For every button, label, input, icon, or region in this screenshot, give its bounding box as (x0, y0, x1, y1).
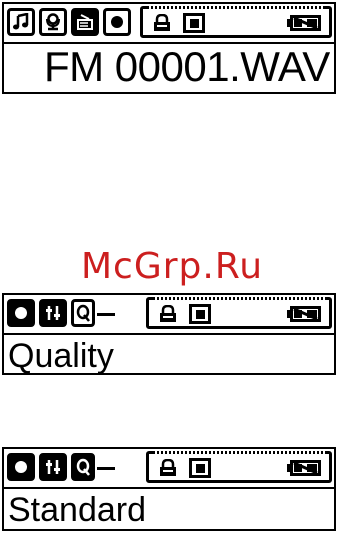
status-bar (4, 295, 334, 335)
separator-dash (97, 467, 115, 470)
lcd-screen-quality-menu: Quality (2, 293, 336, 375)
record-icon (7, 299, 35, 327)
lock-icon (160, 459, 176, 476)
lock-icon (154, 14, 170, 31)
separator-dash (97, 313, 115, 316)
status-box (146, 451, 332, 483)
radio-icon (71, 8, 99, 36)
status-box (140, 6, 332, 38)
watermark-text: McGrp.Ru (80, 246, 264, 287)
lcd-screen-standard-setting: Standard (2, 447, 336, 531)
record-mode-icon (183, 13, 205, 33)
record-mode-icon (189, 304, 211, 324)
battery-icon (287, 15, 321, 31)
settings-icon (39, 299, 67, 327)
setting-value-text: Standard (8, 491, 146, 529)
microphone-icon (39, 8, 67, 36)
battery-icon (287, 306, 321, 322)
lock-icon (160, 305, 176, 322)
quality-icon (71, 453, 95, 481)
status-bar (4, 449, 334, 489)
status-box (146, 297, 332, 329)
settings-icon (39, 453, 67, 481)
menu-item-text: Quality (8, 337, 114, 375)
file-name-text: FM 00001.WAV (44, 43, 330, 90)
record-icon (103, 8, 131, 36)
status-bar (4, 4, 334, 44)
record-mode-icon (189, 458, 211, 478)
music-note-icon (7, 8, 35, 36)
battery-icon (287, 460, 321, 476)
record-icon (7, 453, 35, 481)
quality-icon (71, 299, 95, 327)
lcd-screen-recording-file: FM 00001.WAV (2, 2, 336, 94)
